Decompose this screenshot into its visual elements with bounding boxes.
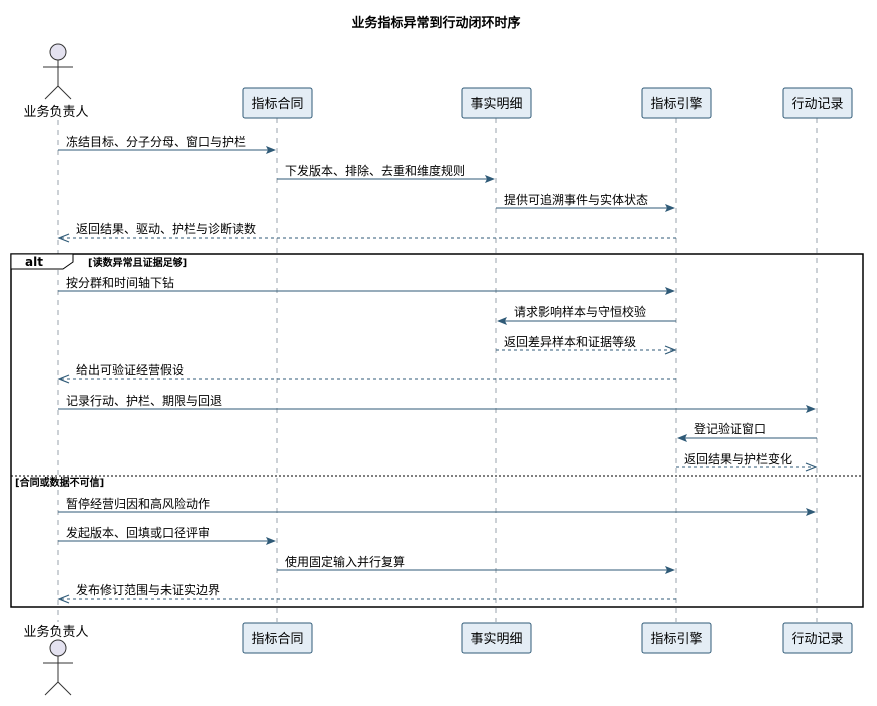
participant-actions-bottom: 行动记录 [782, 622, 853, 654]
message-label: 登记验证窗口 [694, 421, 766, 436]
else-guard: [合同或数据不可信] [15, 476, 104, 489]
message-label: 提供可追溯事件与实体状态 [504, 192, 648, 207]
alt-guard: [读数异常且证据足够] [88, 256, 187, 269]
participant-engine-bottom: 指标引擎 [641, 622, 712, 654]
message-label: 记录行动、护栏、期限与回退 [66, 393, 222, 408]
message-label: 发起版本、回填或口径评审 [66, 525, 210, 540]
message-label: 返回结果、驱动、护栏与诊断读数 [76, 221, 256, 236]
participant-label: 行动记录 [791, 632, 843, 647]
message-label: 暂停经营归因和高风险动作 [66, 496, 210, 511]
participant-label: 指标合同 [251, 632, 303, 647]
participant-label: 事实明细 [470, 97, 522, 112]
message-label: 返回差异样本和证据等级 [504, 334, 636, 349]
messages: 冻结目标、分子分母、窗口与护栏 下发版本、排除、去重和维度规则 提供可追溯事件与… [57, 134, 818, 604]
participant-engine-top: 指标引擎 [641, 87, 712, 119]
actor-top: 业务负责人 [23, 43, 89, 120]
participant-label: 指标合同 [251, 97, 303, 112]
message-label: 发布修订范围与未证实边界 [76, 582, 220, 597]
participant-label: 指标引擎 [650, 632, 702, 647]
message-label: 下发版本、排除、去重和维度规则 [285, 163, 465, 178]
actor-bottom: 业务负责人 [23, 624, 89, 696]
message-label: 返回结果与护栏变化 [684, 451, 792, 466]
participant-label: 指标引擎 [650, 97, 702, 112]
participant-contract-bottom: 指标合同 [242, 622, 313, 654]
actor-label-top: 业务负责人 [23, 104, 88, 120]
participant-facts-bottom: 事实明细 [461, 622, 532, 654]
actor-icon [43, 639, 73, 696]
message-label: 冻结目标、分子分母、窗口与护栏 [66, 134, 246, 149]
participant-label: 行动记录 [791, 97, 843, 112]
alt-keyword: alt [25, 255, 43, 269]
message-label: 给出可验证经营假设 [76, 362, 184, 377]
message-label: 按分群和时间轴下钻 [66, 275, 174, 290]
participant-contract-top: 指标合同 [242, 87, 313, 119]
participant-facts-top: 事实明细 [461, 87, 532, 119]
actor-icon [43, 43, 73, 100]
diagram-title: 业务指标异常到行动闭环时序 [351, 15, 520, 31]
participant-actions-top: 行动记录 [782, 87, 853, 119]
sequence-diagram: 业务指标异常到行动闭环时序 业务负责人 指标合同 事实明细 指标引擎 行动记录 [10, 15, 864, 696]
message-label: 使用固定输入并行复算 [285, 554, 405, 569]
participant-label: 事实明细 [470, 632, 522, 647]
actor-label-bottom: 业务负责人 [23, 624, 88, 640]
message-label: 请求影响样本与守恒校验 [514, 304, 646, 319]
